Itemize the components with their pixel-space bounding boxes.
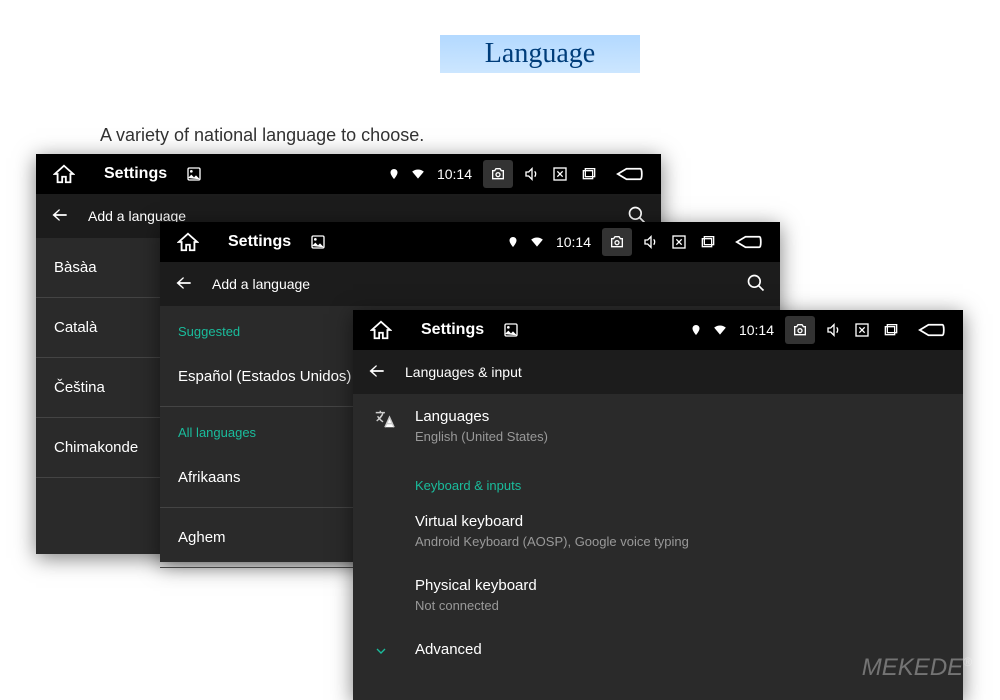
virtual-keyboard-row[interactable]: Virtual keyboard Android Keyboard (AOSP)… — [353, 499, 963, 563]
close-app-icon[interactable] — [670, 234, 688, 250]
system-bar: Settings 10:14 — [36, 154, 661, 194]
clock-time: 10:14 — [556, 234, 591, 250]
back-icon[interactable] — [616, 166, 644, 182]
language-label: Bàsàa — [54, 259, 97, 276]
row-title: Physical keyboard — [415, 577, 941, 594]
language-label: Afrikaans — [178, 469, 241, 486]
back-icon[interactable] — [918, 322, 946, 338]
search-icon[interactable] — [746, 273, 766, 296]
back-arrow-icon[interactable] — [174, 273, 194, 296]
language-label: Español (Estados Unidos) — [178, 368, 351, 385]
app-title: Settings — [104, 165, 167, 183]
wifi-icon — [529, 235, 545, 249]
row-subtitle: English (United States) — [415, 429, 941, 444]
row-title: Virtual keyboard — [415, 513, 941, 530]
wifi-icon — [410, 167, 426, 181]
keyboard-section-label: Keyboard & inputs — [353, 458, 963, 499]
title-banner: Language — [440, 35, 640, 73]
language-label: Català — [54, 319, 97, 336]
row-subtitle: Not connected — [415, 598, 941, 613]
page-header: Add a language — [160, 262, 780, 306]
system-bar: Settings 10:14 — [353, 310, 963, 350]
subtitle: A variety of national language to choose… — [100, 125, 424, 146]
chevron-down-icon — [373, 643, 389, 664]
camera-icon[interactable] — [483, 160, 513, 188]
physical-keyboard-row[interactable]: Physical keyboard Not connected — [353, 563, 963, 627]
volume-icon[interactable] — [825, 322, 843, 338]
picture-icon — [503, 322, 519, 338]
translate-icon — [373, 408, 395, 435]
title-text: Language — [485, 38, 595, 70]
location-icon — [507, 235, 519, 249]
languages-row[interactable]: Languages English (United States) — [353, 394, 963, 458]
recent-icon[interactable] — [579, 166, 597, 182]
app-title: Settings — [421, 321, 484, 339]
clock-time: 10:14 — [437, 166, 472, 182]
page-header: Languages & input — [353, 350, 963, 394]
close-app-icon[interactable] — [853, 322, 871, 338]
home-icon[interactable] — [370, 319, 392, 341]
back-arrow-icon[interactable] — [50, 205, 70, 228]
volume-icon[interactable] — [523, 166, 541, 182]
language-label: Aghem — [178, 529, 226, 546]
camera-icon[interactable] — [785, 316, 815, 344]
home-icon[interactable] — [53, 163, 75, 185]
home-icon[interactable] — [177, 231, 199, 253]
back-icon[interactable] — [735, 234, 763, 250]
close-app-icon[interactable] — [551, 166, 569, 182]
app-title: Settings — [228, 233, 291, 251]
page-title: Languages & input — [405, 364, 949, 380]
watermark-text: MEKEDE — [862, 654, 963, 681]
camera-icon[interactable] — [602, 228, 632, 256]
volume-icon[interactable] — [642, 234, 660, 250]
recent-icon[interactable] — [698, 234, 716, 250]
page-title: Add a language — [212, 276, 746, 292]
location-icon — [388, 167, 400, 181]
location-icon — [690, 323, 702, 337]
screenshot-panel-3: Settings 10:14 Languages & input Languag… — [353, 310, 963, 700]
row-subtitle: Android Keyboard (AOSP), Google voice ty… — [415, 534, 941, 549]
watermark: MEKEDE® — [862, 654, 972, 682]
language-label: Chimakonde — [54, 439, 138, 456]
picture-icon — [310, 234, 326, 250]
row-title: Languages — [415, 408, 941, 425]
recent-icon[interactable] — [881, 322, 899, 338]
system-bar: Settings 10:14 — [160, 222, 780, 262]
wifi-icon — [712, 323, 728, 337]
back-arrow-icon[interactable] — [367, 361, 387, 384]
language-label: Čeština — [54, 379, 105, 396]
clock-time: 10:14 — [739, 322, 774, 338]
picture-icon — [186, 166, 202, 182]
